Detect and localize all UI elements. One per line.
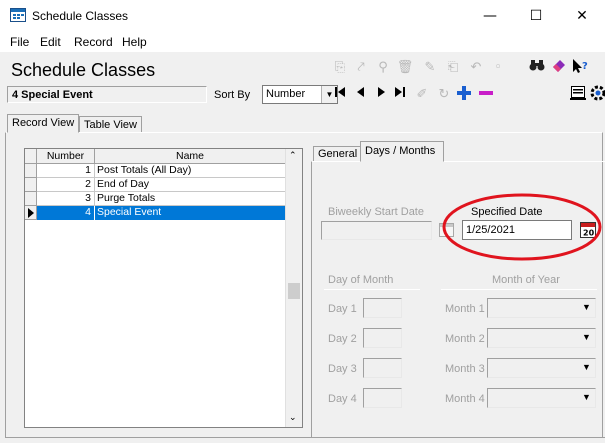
table-cell-number[interactable]: 3 xyxy=(37,192,95,206)
day-2-input xyxy=(363,328,402,348)
table-cell-name[interactable]: Purge Totals xyxy=(95,192,286,206)
month-2-label: Month 2 xyxy=(445,333,485,345)
delete-record-icon[interactable]: 🗑 xyxy=(395,58,415,78)
paste-record-icon[interactable]: ⎗ xyxy=(443,58,463,78)
report-icon[interactable] xyxy=(568,85,588,105)
sort-by-label: Sort By xyxy=(214,89,251,101)
undo-icon[interactable]: ↶ xyxy=(466,58,486,78)
edit-icon[interactable]: ✎ xyxy=(420,58,440,78)
pencil-icon[interactable]: ✐ xyxy=(412,85,432,105)
day-1-input xyxy=(363,298,402,318)
menu-bar: File Edit Record Help xyxy=(0,32,605,52)
records-grid[interactable]: Number Name 1 Post Totals (All Day) 2 En… xyxy=(24,148,303,428)
minimize-button[interactable]: — xyxy=(467,0,513,32)
chevron-down-icon: ▼ xyxy=(582,392,591,402)
day-1-label: Day 1 xyxy=(328,303,357,315)
add-icon[interactable] xyxy=(454,85,474,105)
help-icon[interactable]: ? xyxy=(571,58,591,78)
sort-by-value: Number xyxy=(266,88,306,100)
chevron-down-icon: ▼ xyxy=(582,362,591,372)
tab-record-view[interactable]: Record View xyxy=(7,114,80,133)
close-button[interactable]: ✕ xyxy=(559,0,605,32)
month-of-year-label: Month of Year xyxy=(492,274,560,286)
row-selector[interactable] xyxy=(25,192,37,206)
table-cell-number[interactable]: 4 xyxy=(37,206,95,220)
last-record-icon[interactable] xyxy=(390,85,410,105)
scroll-thumb[interactable] xyxy=(288,283,300,299)
copy-record-icon[interactable]: ⤤ xyxy=(351,58,371,78)
day-3-input xyxy=(363,358,402,378)
new-record-icon[interactable]: ⎘ xyxy=(330,58,350,78)
eraser-icon[interactable] xyxy=(549,58,569,78)
month-4-select: ▼ xyxy=(487,388,596,408)
row-header-corner xyxy=(25,149,37,164)
svg-text:?: ? xyxy=(582,61,588,72)
table-cell-number[interactable]: 1 xyxy=(37,164,95,178)
form-title: Schedule Classes xyxy=(11,60,156,80)
first-record-icon[interactable] xyxy=(330,85,350,105)
month-1-select: ▼ xyxy=(487,298,596,318)
table-cell-name[interactable]: End of Day xyxy=(95,178,286,192)
biweekly-start-date-field xyxy=(321,221,432,240)
grid-scrollbar[interactable]: ⌃ ⌄ xyxy=(285,149,302,427)
maximize-button[interactable]: ☐ xyxy=(513,0,559,32)
menu-help[interactable]: Help xyxy=(122,35,147,49)
day-of-month-label: Day of Month xyxy=(328,274,394,286)
highlight-circle xyxy=(442,193,602,261)
menu-record[interactable]: Record xyxy=(74,35,113,49)
settings-icon[interactable] xyxy=(588,85,605,105)
menu-edit[interactable]: Edit xyxy=(40,35,61,49)
row-selector[interactable] xyxy=(25,164,37,178)
day-of-month-separator xyxy=(324,289,420,290)
column-header-name[interactable]: Name xyxy=(95,149,286,164)
binoculars-icon[interactable] xyxy=(527,58,547,78)
biweekly-start-date-label: Biweekly Start Date xyxy=(328,206,424,218)
day-2-label: Day 2 xyxy=(328,333,357,345)
month-4-label: Month 4 xyxy=(445,393,485,405)
month-2-select: ▼ xyxy=(487,328,596,348)
tab-table-view[interactable]: Table View xyxy=(79,116,142,133)
row-selector-current[interactable] xyxy=(25,206,37,220)
chevron-down-icon: ▼ xyxy=(582,302,591,312)
remove-icon[interactable] xyxy=(476,85,496,105)
prev-record-icon[interactable] xyxy=(351,85,371,105)
month-3-label: Month 3 xyxy=(445,363,485,375)
day-4-input xyxy=(363,388,402,408)
title-bar: Schedule Classes — ☐ ✕ xyxy=(0,0,605,32)
table-cell-name[interactable]: Post Totals (All Day) xyxy=(95,164,286,178)
find-record-icon[interactable]: ⚲ xyxy=(373,58,393,78)
current-row-arrow-icon xyxy=(28,208,34,218)
month-of-year-separator xyxy=(441,289,597,290)
next-record-icon[interactable] xyxy=(371,85,391,105)
marker-icon[interactable]: ◦ xyxy=(488,58,508,78)
table-cell-name[interactable]: Special Event xyxy=(95,206,286,220)
sort-by-select[interactable]: Number ▼ xyxy=(262,85,338,104)
row-selector[interactable] xyxy=(25,178,37,192)
menu-file[interactable]: File xyxy=(10,35,29,49)
app-icon xyxy=(10,8,26,22)
column-header-number[interactable]: Number xyxy=(37,149,95,164)
window-title: Schedule Classes xyxy=(32,9,129,23)
table-cell-number[interactable]: 2 xyxy=(37,178,95,192)
month-1-label: Month 1 xyxy=(445,303,485,315)
chevron-down-icon: ▼ xyxy=(582,332,591,342)
tab-days-months[interactable]: Days / Months xyxy=(360,141,444,162)
current-record-label: 4 Special Event xyxy=(7,86,207,103)
tab-general[interactable]: General xyxy=(313,146,363,162)
refresh-icon[interactable]: ↻ xyxy=(434,85,454,105)
day-3-label: Day 3 xyxy=(328,363,357,375)
scroll-down-icon[interactable]: ⌄ xyxy=(289,413,297,423)
month-3-select: ▼ xyxy=(487,358,596,378)
day-4-label: Day 4 xyxy=(328,393,357,405)
scroll-up-icon[interactable]: ⌃ xyxy=(289,151,297,161)
